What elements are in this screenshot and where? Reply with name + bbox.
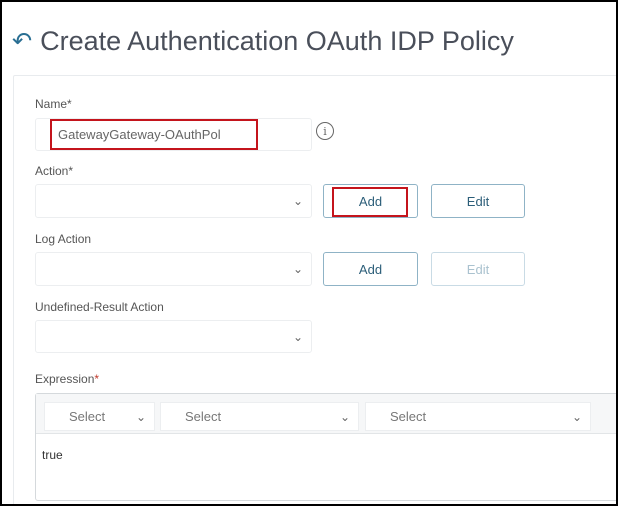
add-highlight [332, 187, 408, 217]
chevron-down-icon: ⌄ [292, 262, 303, 276]
log-action-edit-button[interactable]: Edit [431, 252, 525, 286]
page-title: Create Authentication OAuth IDP Policy [40, 26, 514, 56]
back-arrow-icon[interactable]: ↶ [12, 27, 32, 56]
log-action-add-button[interactable]: Add [323, 252, 418, 286]
action-label: Action* [35, 164, 74, 178]
expression-editor: Select ⌄ Select ⌄ Select ⌄ true [35, 393, 616, 501]
expression-toolbar: Select ⌄ Select ⌄ Select ⌄ [36, 394, 616, 434]
expression-select-3[interactable]: Select ⌄ [365, 402, 591, 431]
expression-textarea[interactable]: true [42, 448, 63, 462]
expression-select-2[interactable]: Select ⌄ [160, 402, 359, 431]
action-edit-button[interactable]: Edit [431, 184, 525, 218]
name-label: Name* [35, 97, 72, 111]
page-header: ↶ Create Authentication OAuth IDP Policy [12, 26, 514, 57]
window: ↶ Create Authentication OAuth IDP Policy… [2, 2, 616, 504]
chevron-down-icon: ⌄ [292, 194, 303, 208]
action-select[interactable]: ⌄ [35, 184, 312, 218]
chevron-down-icon: ⌄ [135, 409, 146, 424]
chevron-down-icon: ⌄ [339, 409, 350, 424]
undefined-result-action-select[interactable]: ⌄ [35, 320, 312, 353]
expression-select-1[interactable]: Select ⌄ [44, 402, 155, 431]
chevron-down-icon: ⌄ [571, 409, 582, 424]
info-icon[interactable]: i [316, 122, 334, 140]
log-action-label: Log Action [35, 232, 92, 246]
log-action-select[interactable]: ⌄ [35, 252, 312, 286]
undefined-result-action-label: Undefined-Result Action [35, 300, 164, 314]
chevron-down-icon: ⌄ [292, 329, 303, 344]
name-highlight [50, 119, 258, 150]
expression-label: Expression* [35, 372, 100, 386]
